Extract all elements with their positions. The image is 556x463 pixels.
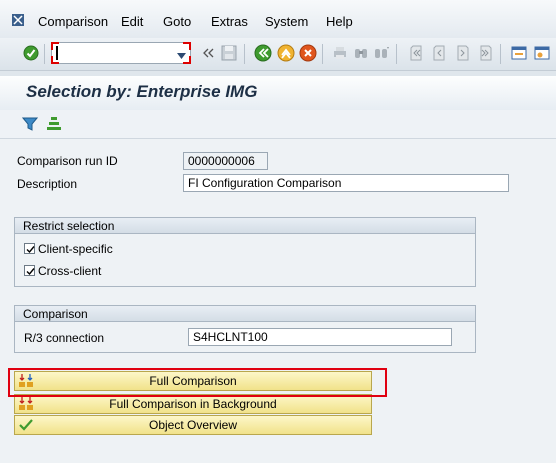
back-icon[interactable] [254,44,272,62]
title-bar: Selection by: Enterprise IMG [0,76,556,110]
highlight-box [8,368,387,397]
find-next-icon[interactable] [373,44,391,62]
previous-page-icon[interactable] [430,44,448,62]
client-specific-checkbox[interactable] [24,243,35,254]
full-comparison-background-label: Full Comparison in Background [109,397,277,411]
save-icon[interactable] [220,44,238,62]
command-input[interactable] [56,44,166,60]
command-field[interactable] [51,42,191,64]
description-label: Description [17,177,78,191]
connection-label: R/3 connection [24,331,105,345]
enter-icon[interactable] [22,44,40,62]
sap-logo-icon [12,14,24,26]
check-icon [18,418,34,432]
exit-icon[interactable] [277,44,295,62]
find-icon[interactable] [352,44,370,62]
description-field[interactable]: FI Configuration Comparison [183,174,509,192]
next-page-icon[interactable] [454,44,472,62]
client-specific-label: Client-specific [38,242,113,256]
standard-toolbar [0,38,556,71]
menu-help[interactable]: Help [326,14,353,29]
menu-edit[interactable]: Edit [121,14,143,29]
checkmark-icon [26,268,35,276]
menu-comparison[interactable]: Comparison [38,14,108,29]
menu-extras[interactable]: Extras [211,14,248,29]
restrict-selection-header: Restrict selection [15,218,475,234]
menu-goto[interactable]: Goto [163,14,191,29]
menu-bar: Comparison Edit Goto Extras System Help [0,0,556,38]
run-id-label: Comparison run ID [17,154,118,168]
checkmark-icon [26,246,35,254]
menu-system[interactable]: System [265,14,308,29]
last-page-icon[interactable] [477,44,495,62]
chevron-down-icon[interactable] [177,48,186,62]
page-title: Selection by: Enterprise IMG [26,82,258,101]
cross-client-label: Cross-client [38,264,102,278]
application-toolbar [0,110,556,139]
object-overview-button[interactable]: Object Overview [14,415,372,435]
filter-icon[interactable] [21,116,39,135]
full-comparison-background-button[interactable]: Full Comparison in Background [14,394,372,414]
cancel-icon[interactable] [299,44,317,62]
compare-background-icon [18,397,34,411]
print-icon[interactable] [331,44,349,62]
shortcut-icon[interactable] [533,44,551,62]
nav-back-chevrons-icon[interactable] [199,44,217,62]
first-page-icon[interactable] [407,44,425,62]
object-overview-label: Object Overview [148,418,238,432]
connection-field[interactable]: S4HCLNT100 [188,328,452,346]
cross-client-checkbox[interactable] [24,265,35,276]
sort-icon[interactable] [46,116,62,135]
run-id-field: 0000000006 [183,152,268,170]
comparison-header: Comparison [15,306,475,322]
new-session-icon[interactable] [510,44,528,62]
